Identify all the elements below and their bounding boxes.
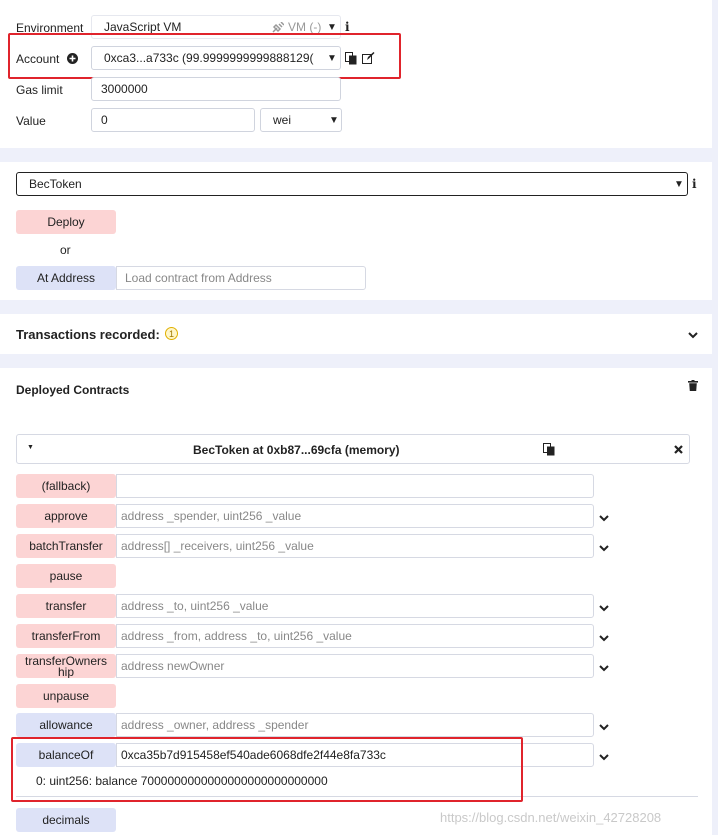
value-amount: 0	[101, 113, 108, 127]
chevron-down-icon: ▼	[674, 178, 684, 190]
function-input-approve[interactable]: address _spender, uint256 _value	[116, 504, 594, 528]
chevron-down-icon[interactable]	[598, 512, 610, 524]
deployed-contracts-panel: Deployed Contracts ▼ BecToken at 0xb87..…	[0, 368, 712, 835]
chevron-down-icon[interactable]	[687, 329, 699, 341]
gas-limit-value: 3000000	[101, 82, 148, 96]
function-input-fallback[interactable]	[116, 474, 594, 498]
transactions-panel[interactable]: Transactions recorded: 1	[0, 314, 712, 354]
function-button-fallback[interactable]: (fallback)	[16, 474, 116, 498]
balanceof-highlight-box	[11, 737, 523, 802]
copy-address-icon[interactable]	[543, 443, 555, 456]
function-input-transferfrom[interactable]: address _from, address _to, uint256 _val…	[116, 624, 594, 648]
at-address-button[interactable]: At Address	[16, 266, 116, 290]
close-icon[interactable]	[674, 445, 683, 454]
info-icon[interactable]: i	[345, 20, 350, 34]
at-address-input[interactable]: Load contract from Address	[116, 266, 366, 290]
watermark: https://blog.csdn.net/weixin_42728208	[440, 810, 662, 825]
function-input-batchtransfer[interactable]: address[] _receivers, uint256 _value	[116, 534, 594, 558]
value-input[interactable]: 0	[91, 108, 255, 132]
contract-value: BecToken	[29, 177, 82, 191]
value-label: Value	[16, 114, 46, 128]
deploy-button[interactable]: Deploy	[16, 210, 116, 234]
function-button-allowance[interactable]: allowance	[16, 713, 116, 737]
environment-value: JavaScript VM	[104, 20, 182, 34]
unit-value: wei	[273, 113, 292, 127]
chevron-down-icon: ▼	[329, 114, 339, 126]
chevron-down-icon[interactable]	[598, 751, 610, 763]
function-button-batchtransfer[interactable]: batchTransfer	[16, 534, 116, 558]
function-input-transferownership[interactable]: address newOwner	[116, 654, 594, 678]
function-button-approve[interactable]: approve	[16, 504, 116, 528]
function-button-transferownership[interactable]: transferOwnership	[16, 654, 116, 678]
vm-badge: VM (-)	[288, 20, 322, 34]
gas-limit-label: Gas limit	[16, 83, 63, 97]
contract-instance-header[interactable]: ▼ BecToken at 0xb87...69cfa (memory)	[16, 434, 690, 464]
plug-icon	[272, 22, 284, 33]
contract-info-icon[interactable]: i	[692, 177, 697, 191]
chevron-down-icon[interactable]	[598, 602, 610, 614]
transactions-count: 1	[168, 328, 174, 339]
chevron-down-icon[interactable]	[598, 662, 610, 674]
function-button-decimals[interactable]: decimals	[16, 808, 116, 832]
function-button-unpause[interactable]: unpause	[16, 684, 116, 708]
function-input-transfer[interactable]: address _to, uint256 _value	[116, 594, 594, 618]
function-button-transfer[interactable]: transfer	[16, 594, 116, 618]
unit-select[interactable]: wei ▼	[260, 108, 342, 132]
contract-select[interactable]: BecToken ▼	[16, 172, 688, 196]
chevron-down-icon[interactable]	[598, 542, 610, 554]
chevron-down-icon[interactable]	[598, 632, 610, 644]
or-label: or	[60, 243, 71, 257]
deployed-contracts-title: Deployed Contracts	[16, 383, 130, 397]
caret-down-icon[interactable]: ▼	[27, 444, 34, 451]
gas-limit-input[interactable]: 3000000	[91, 77, 341, 101]
deploy-panel: BecToken ▼ i Deploy or At Address Load c…	[0, 162, 712, 300]
trash-icon[interactable]	[688, 380, 698, 391]
contract-instance-title: BecToken at 0xb87...69cfa (memory)	[193, 443, 400, 457]
transactions-label: Transactions recorded:	[16, 327, 160, 342]
function-button-pause[interactable]: pause	[16, 564, 116, 588]
account-highlight-box	[8, 33, 401, 79]
transactions-count-badge: 1	[165, 327, 178, 340]
chevron-down-icon: ▼	[327, 21, 337, 33]
function-button-transferfrom[interactable]: transferFrom	[16, 624, 116, 648]
run-settings-panel: Environment JavaScript VM VM (-) ▼ i Acc…	[0, 0, 712, 148]
chevron-down-icon[interactable]	[598, 721, 610, 733]
function-input-allowance[interactable]: address _owner, address _spender	[116, 713, 594, 737]
